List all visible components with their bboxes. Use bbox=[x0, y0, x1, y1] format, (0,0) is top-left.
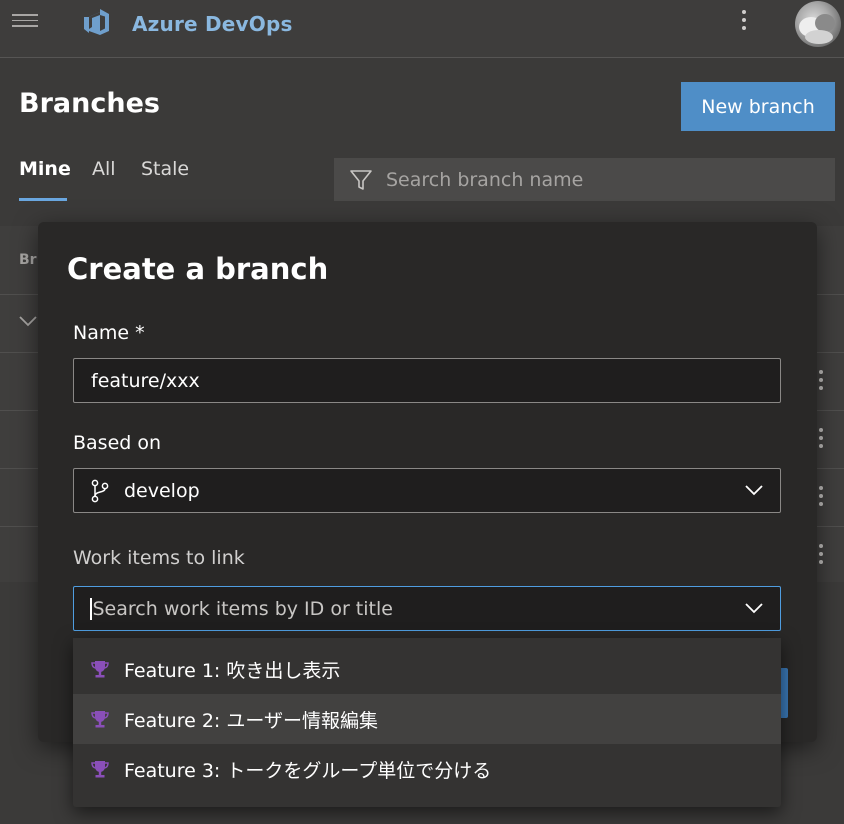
brand-title[interactable]: Azure DevOps bbox=[132, 12, 293, 36]
based-on-label: Based on bbox=[73, 432, 162, 454]
row-more-icon[interactable] bbox=[816, 428, 826, 454]
filter-icon bbox=[350, 169, 372, 190]
row-more-icon[interactable] bbox=[816, 544, 826, 570]
based-on-dropdown[interactable]: develop bbox=[73, 468, 781, 513]
azure-devops-logo-icon[interactable] bbox=[80, 6, 114, 40]
based-on-value: develop bbox=[124, 479, 200, 502]
work-items-suggestions: Feature 1: 吹き出し表示 Feature 2: ユーザー情報編集 Fe… bbox=[73, 638, 781, 807]
trophy-icon bbox=[91, 711, 109, 728]
avatar[interactable] bbox=[795, 1, 841, 47]
suggestion-item[interactable]: Feature 2: ユーザー情報編集 bbox=[73, 694, 781, 744]
hamburger-icon[interactable] bbox=[12, 14, 38, 32]
row-more-icon[interactable] bbox=[816, 370, 826, 396]
work-items-search-input[interactable]: Search work items by ID or title bbox=[73, 586, 781, 631]
create-button-edge[interactable] bbox=[781, 668, 788, 718]
work-items-placeholder: Search work items by ID or title bbox=[92, 597, 393, 620]
name-label: Name * bbox=[73, 322, 145, 344]
more-vertical-icon[interactable] bbox=[736, 10, 752, 36]
branch-search-placeholder: Search branch name bbox=[386, 168, 584, 191]
branch-search-box[interactable]: Search branch name bbox=[334, 158, 835, 201]
tab-all[interactable]: All bbox=[92, 158, 116, 180]
dialog-title: Create a branch bbox=[67, 252, 329, 286]
row-more-icon[interactable] bbox=[816, 486, 826, 512]
suggestion-item[interactable]: Feature 3: トークをグループ単位で分ける bbox=[73, 744, 781, 794]
tab-mine[interactable]: Mine bbox=[19, 158, 71, 180]
suggestion-label: Feature 3: トークをグループ単位で分ける bbox=[124, 759, 492, 782]
page-title: Branches bbox=[19, 88, 160, 119]
suggestion-label: Feature 1: 吹き出し表示 bbox=[124, 659, 341, 682]
tab-stale[interactable]: Stale bbox=[141, 158, 189, 180]
suggestion-item[interactable]: Feature 1: 吹き出し表示 bbox=[73, 644, 781, 694]
work-items-label: Work items to link bbox=[73, 547, 245, 569]
chevron-down-icon bbox=[745, 485, 763, 496]
trophy-icon bbox=[91, 661, 109, 678]
top-bar: Azure DevOps bbox=[0, 0, 844, 58]
chevron-down-icon[interactable] bbox=[744, 601, 764, 615]
branch-name-value: feature/xxx bbox=[91, 369, 200, 392]
suggestion-label: Feature 2: ユーザー情報編集 bbox=[124, 709, 378, 732]
chevron-down-icon[interactable] bbox=[18, 314, 38, 328]
trophy-icon bbox=[91, 761, 109, 778]
branch-icon bbox=[91, 479, 109, 502]
text-caret bbox=[90, 597, 92, 620]
new-branch-button[interactable]: New branch bbox=[681, 82, 835, 131]
column-header-branch[interactable]: Br bbox=[19, 252, 37, 268]
branch-name-input[interactable]: feature/xxx bbox=[73, 358, 781, 403]
tab-selected-indicator bbox=[19, 198, 67, 201]
